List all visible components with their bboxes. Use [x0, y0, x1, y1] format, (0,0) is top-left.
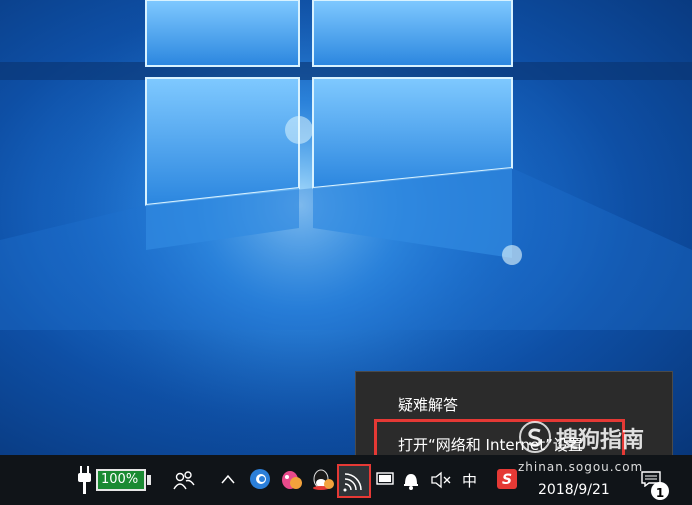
battery-percent: 100%	[101, 472, 139, 487]
sogou-ime-label: S	[501, 472, 513, 488]
tablet-icon[interactable]	[375, 471, 395, 487]
volume-muted-icon[interactable]	[430, 470, 452, 490]
watermark-brand: 搜狗指南	[556, 428, 645, 453]
notification-count: 1	[655, 486, 665, 500]
wifi-button[interactable]	[337, 464, 371, 498]
battery-icon[interactable]: 100%	[96, 469, 146, 491]
qq-tray-icon[interactable]	[311, 467, 335, 491]
bell-icon[interactable]	[402, 470, 420, 490]
menu-item-troubleshoot[interactable]: 疑难解答	[398, 394, 458, 415]
browser-tray-icon[interactable]	[249, 468, 271, 490]
sogou-logo-icon	[519, 421, 551, 453]
chevron-up-icon[interactable]	[221, 474, 235, 484]
people-icon[interactable]	[173, 470, 195, 490]
notification-count-badge: 1	[651, 482, 669, 500]
battery-tip	[147, 475, 151, 485]
ime-indicator[interactable]: 中	[462, 470, 477, 491]
power-plug-icon	[78, 466, 91, 494]
watermark-url: zhinan.sogou.com	[518, 460, 644, 474]
chat-app-tray-icon[interactable]	[280, 467, 304, 491]
wifi-icon	[343, 473, 362, 492]
sogou-ime-icon[interactable]: S	[497, 469, 517, 489]
date-label[interactable]: 2018/9/21	[538, 482, 610, 498]
